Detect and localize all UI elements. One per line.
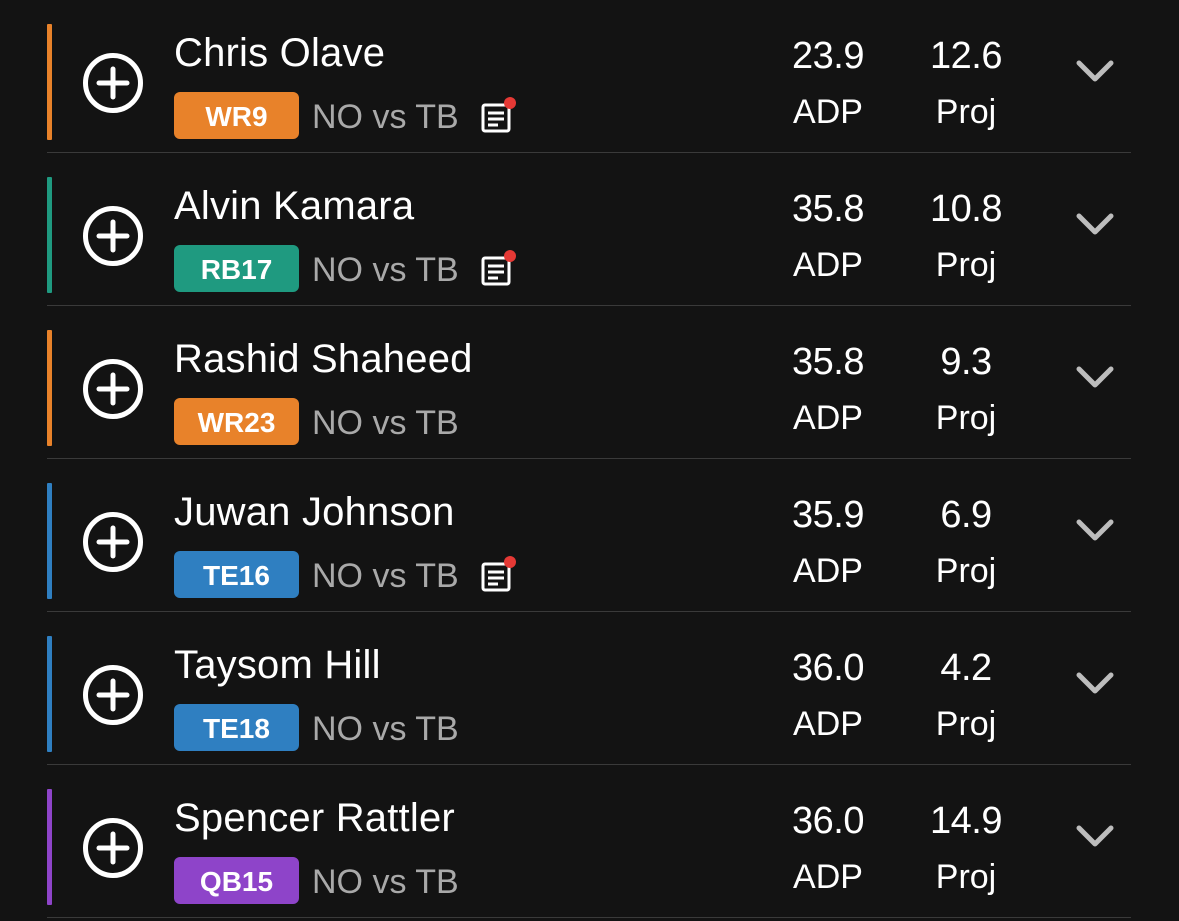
expand-row-button[interactable]: [1073, 53, 1117, 89]
expand-row-button[interactable]: [1073, 512, 1117, 548]
adp-value: 23.9: [792, 35, 864, 77]
adp-value: 36.0: [792, 800, 864, 842]
adp-value: 35.9: [792, 494, 864, 536]
adp-stat: 36.0 ADP: [768, 799, 888, 897]
adp-value: 35.8: [792, 188, 864, 230]
adp-label: ADP: [793, 552, 863, 590]
projection-value: 4.2: [940, 647, 992, 689]
projection-stat: 6.9 Proj: [906, 493, 1026, 591]
news-note-icon[interactable]: [478, 249, 518, 289]
plus-circle-icon: [83, 818, 143, 878]
projection-value: 12.6: [930, 35, 1002, 77]
adp-label: ADP: [793, 858, 863, 896]
player-row[interactable]: Taysom Hill TE18 NO vs TB 36.0 ADP 4.2 P…: [47, 612, 1131, 765]
player-name: Juwan Johnson: [174, 490, 455, 534]
plus-circle-icon: [83, 665, 143, 725]
projection-stat: 14.9 Proj: [906, 799, 1026, 897]
plus-circle-icon: [83, 206, 143, 266]
position-rank-badge: WR9: [174, 92, 299, 139]
adp-label: ADP: [793, 399, 863, 437]
projection-label: Proj: [935, 93, 997, 131]
matchup-text: NO vs TB: [312, 557, 459, 595]
news-note-icon[interactable]: [478, 96, 518, 136]
add-player-button[interactable]: [82, 511, 144, 573]
player-row[interactable]: Chris Olave WR9 NO vs TB 23.9 ADP 12.6 P…: [47, 0, 1131, 153]
chevron-down-icon: [1076, 213, 1114, 235]
matchup-text: NO vs TB: [312, 251, 459, 289]
chevron-down-icon: [1076, 825, 1114, 847]
matchup-text: NO vs TB: [312, 710, 459, 748]
player-row[interactable]: Alvin Kamara RB17 NO vs TB 35.8 ADP 10.8…: [47, 153, 1131, 306]
position-color-bar: [47, 636, 52, 752]
add-player-button[interactable]: [82, 205, 144, 267]
position-color-bar: [47, 330, 52, 446]
plus-circle-icon: [83, 512, 143, 572]
adp-stat: 23.9 ADP: [768, 34, 888, 132]
projection-value: 14.9: [930, 800, 1002, 842]
player-name: Chris Olave: [174, 31, 386, 75]
player-row[interactable]: Spencer Rattler QB15 NO vs TB 36.0 ADP 1…: [47, 765, 1131, 918]
projection-stat: 4.2 Proj: [906, 646, 1026, 744]
position-rank-badge: RB17: [174, 245, 299, 292]
projection-label: Proj: [935, 246, 997, 284]
player-name: Taysom Hill: [174, 643, 381, 687]
expand-row-button[interactable]: [1073, 665, 1117, 701]
player-name: Spencer Rattler: [174, 796, 455, 840]
chevron-down-icon: [1076, 519, 1114, 541]
position-color-bar: [47, 24, 52, 140]
player-row[interactable]: Juwan Johnson TE16 NO vs TB 35.9 ADP 6.9…: [47, 459, 1131, 612]
plus-circle-icon: [83, 53, 143, 113]
chevron-down-icon: [1076, 60, 1114, 82]
projection-value: 6.9: [940, 494, 992, 536]
projection-stat: 10.8 Proj: [906, 187, 1026, 285]
chevron-down-icon: [1076, 672, 1114, 694]
projection-label: Proj: [935, 399, 997, 437]
projection-stat: 12.6 Proj: [906, 34, 1026, 132]
chevron-down-icon: [1076, 366, 1114, 388]
adp-stat: 36.0 ADP: [768, 646, 888, 744]
adp-label: ADP: [793, 246, 863, 284]
position-color-bar: [47, 483, 52, 599]
expand-row-button[interactable]: [1073, 206, 1117, 242]
expand-row-button[interactable]: [1073, 359, 1117, 395]
add-player-button[interactable]: [82, 664, 144, 726]
position-rank-badge: TE16: [174, 551, 299, 598]
adp-stat: 35.9 ADP: [768, 493, 888, 591]
add-player-button[interactable]: [82, 817, 144, 879]
player-list: Chris Olave WR9 NO vs TB 23.9 ADP 12.6 P…: [47, 0, 1131, 918]
adp-label: ADP: [793, 93, 863, 131]
projection-value: 10.8: [930, 188, 1002, 230]
adp-label: ADP: [793, 705, 863, 743]
draft-player-list-screen: { "colors": { "background": "#131313", "…: [0, 0, 1179, 921]
player-row[interactable]: Rashid Shaheed WR23 NO vs TB 35.8 ADP 9.…: [47, 306, 1131, 459]
add-player-button[interactable]: [82, 358, 144, 420]
adp-value: 36.0: [792, 647, 864, 689]
projection-label: Proj: [935, 858, 997, 896]
player-name: Rashid Shaheed: [174, 337, 473, 381]
expand-row-button[interactable]: [1073, 818, 1117, 854]
matchup-text: NO vs TB: [312, 863, 459, 901]
news-note-icon[interactable]: [478, 555, 518, 595]
adp-value: 35.8: [792, 341, 864, 383]
adp-stat: 35.8 ADP: [768, 340, 888, 438]
matchup-text: NO vs TB: [312, 98, 459, 136]
position-rank-badge: QB15: [174, 857, 299, 904]
projection-stat: 9.3 Proj: [906, 340, 1026, 438]
projection-label: Proj: [935, 552, 997, 590]
position-color-bar: [47, 789, 52, 905]
player-name: Alvin Kamara: [174, 184, 415, 228]
plus-circle-icon: [83, 359, 143, 419]
matchup-text: NO vs TB: [312, 404, 459, 442]
position-rank-badge: TE18: [174, 704, 299, 751]
projection-value: 9.3: [940, 341, 992, 383]
add-player-button[interactable]: [82, 52, 144, 114]
position-color-bar: [47, 177, 52, 293]
adp-stat: 35.8 ADP: [768, 187, 888, 285]
projection-label: Proj: [935, 705, 997, 743]
position-rank-badge: WR23: [174, 398, 299, 445]
